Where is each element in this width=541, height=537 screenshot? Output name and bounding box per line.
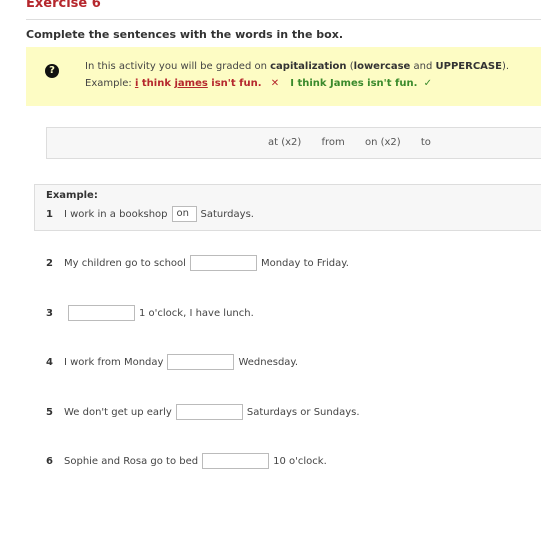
check-icon: ✓ xyxy=(423,78,432,89)
word-box: at (x2) from on (x2) to xyxy=(46,127,541,159)
wrong-example: i think james isn't fun. xyxy=(135,78,262,89)
item-number: 3 xyxy=(46,308,53,319)
notice-uppercase: UPPERCASE xyxy=(435,61,502,72)
exercise-title: Exercise 6 xyxy=(26,0,101,11)
notice-lowercase: lowercase xyxy=(353,61,411,72)
notice-example: Example: i think james isn't fun. ✕ I th… xyxy=(85,78,432,89)
sentence-row-6: 6 Sophie and Rosa go to bed 10 o'clock. xyxy=(46,453,327,469)
sentence-before: We don't get up early xyxy=(64,407,172,418)
notice-example-label: Example: xyxy=(85,78,132,89)
wrong-rest: isn't fun. xyxy=(211,78,262,89)
sentence-row-4: 4 I work from Monday Wednesday. xyxy=(46,354,298,370)
example-label: Example: xyxy=(46,190,98,201)
word-list: at (x2) from on (x2) to xyxy=(268,137,448,148)
notice-text: In this activity you will be graded on c… xyxy=(85,61,509,72)
example-answer-field: on xyxy=(171,206,197,222)
wrong-i: i xyxy=(134,78,139,89)
question-circle-icon: ? xyxy=(45,64,59,78)
item-number: 6 xyxy=(46,456,53,467)
sentence-before: I work in a bookshop xyxy=(64,209,168,220)
item-number: 5 xyxy=(46,407,53,418)
notice-prefix: In this activity you will be graded on xyxy=(85,61,267,72)
sentence-before: Sophie and Rosa go to bed xyxy=(64,456,199,467)
cross-icon: ✕ xyxy=(270,78,280,89)
title-divider xyxy=(26,19,541,20)
answer-input-3[interactable] xyxy=(68,305,135,321)
sentence-row-5: 5 We don't get up early Saturdays or Sunda… xyxy=(46,404,360,420)
sentence-after: Saturdays or Sundays. xyxy=(246,407,360,418)
sentence-after: 1 o'clock, I have lunch. xyxy=(139,308,254,319)
sentence-before: My children go to school xyxy=(64,258,186,269)
sentence-row-2: 2 My children go to school Monday to Frida… xyxy=(46,255,349,271)
answer-input-2[interactable] xyxy=(189,255,257,271)
grading-notice: ? In this activity you will be graded on… xyxy=(26,47,541,106)
word-box-item: to xyxy=(420,137,431,148)
notice-close-paren: ). xyxy=(501,61,510,72)
item-number: 4 xyxy=(46,357,53,368)
notice-capitalization: capitalization xyxy=(270,61,347,72)
item-number: 2 xyxy=(46,258,53,269)
wrong-james: james xyxy=(174,78,208,89)
exercise-instruction: Complete the sentences with the words in… xyxy=(26,28,344,41)
answer-input-4[interactable] xyxy=(167,354,235,370)
sentence-after: Saturdays. xyxy=(200,209,254,220)
correct-example: I think James isn't fun. xyxy=(290,78,418,89)
item-number: 1 xyxy=(46,209,53,220)
sentence-row-3: 3 1 o'clock, I have lunch. xyxy=(46,305,254,321)
answer-input-5[interactable] xyxy=(175,404,243,420)
notice-and: and xyxy=(413,61,433,72)
answer-input-6[interactable] xyxy=(202,453,270,469)
sentence-after: 10 o'clock. xyxy=(273,456,327,467)
sentence-after: Wednesday. xyxy=(238,357,299,368)
example-row: 1 I work in a bookshop on Saturdays. xyxy=(46,206,254,222)
word-box-item: from xyxy=(321,137,345,148)
word-box-item: at (x2) xyxy=(268,137,302,148)
wrong-think: think xyxy=(141,78,171,89)
sentence-after: Monday to Friday. xyxy=(260,258,349,269)
word-box-item: on (x2) xyxy=(364,137,401,148)
sentence-before: I work from Monday xyxy=(64,357,164,368)
